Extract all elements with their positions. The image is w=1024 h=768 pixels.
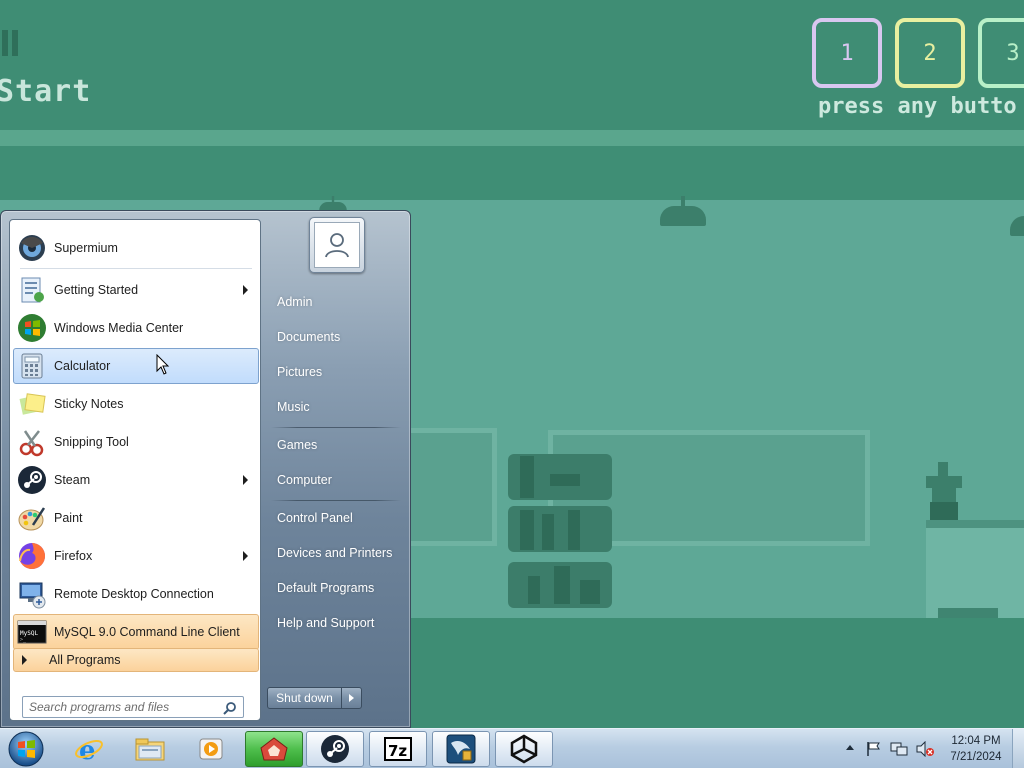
search-box[interactable]: [22, 696, 244, 718]
unity-icon: [510, 734, 538, 764]
show-desktop-button[interactable]: [1012, 729, 1024, 768]
separator: [271, 427, 401, 428]
taskbar-game-app[interactable]: [245, 731, 303, 767]
place-computer[interactable]: Computer: [269, 465, 405, 495]
system-tray: 12:04 PM 7/21/2024: [842, 729, 1024, 768]
remote-desktop-icon: [16, 578, 48, 610]
cabinet: [926, 520, 1024, 618]
firefox-icon: [16, 540, 48, 572]
action-center-flag-icon[interactable]: [866, 741, 882, 757]
user-icon: [325, 233, 349, 258]
game-ceiling: [0, 146, 1024, 200]
mouse-cursor-icon: [156, 354, 170, 375]
player-slot-1: 1: [812, 18, 882, 88]
submenu-arrow-icon: [243, 285, 248, 295]
places-pane: Admin Documents Pictures Music Games Com…: [267, 211, 410, 721]
clock-time: 12:04 PM: [951, 735, 1001, 747]
programs-pane: Supermium Getting Started Windows Media …: [9, 219, 261, 721]
taskbar: e 7z 12:04 PM 7/21/2024: [0, 728, 1024, 768]
mysql-workbench-icon: [446, 734, 476, 764]
network-icon[interactable]: [890, 741, 908, 757]
steam-icon: [16, 464, 48, 496]
place-music[interactable]: Music: [269, 392, 405, 422]
program-sticky-notes[interactable]: Sticky Notes: [13, 386, 259, 422]
calculator-icon: [16, 350, 48, 382]
place-help-support[interactable]: Help and Support: [269, 608, 405, 638]
clock[interactable]: 12:04 PM 7/21/2024: [942, 733, 1010, 765]
media-center-icon: [16, 312, 48, 344]
potted-plant: [924, 462, 964, 520]
program-supermium[interactable]: Supermium: [13, 230, 259, 266]
taskbar-mysql-workbench[interactable]: [432, 731, 490, 767]
ceiling-lamp: [660, 196, 706, 226]
taskbar-media-player[interactable]: [182, 731, 240, 767]
svg-text:7z: 7z: [388, 742, 407, 760]
player-slot-2: 2: [895, 18, 965, 88]
taskbar-file-explorer[interactable]: [121, 731, 179, 767]
shutdown-options-arrow-icon[interactable]: [349, 694, 354, 702]
press-any-button-prompt: press any butto: [818, 94, 1017, 119]
program-remote-desktop[interactable]: Remote Desktop Connection: [13, 576, 259, 612]
all-programs-button[interactable]: All Programs: [13, 648, 259, 672]
show-hidden-icons-icon[interactable]: [846, 745, 854, 750]
place-games[interactable]: Games: [269, 430, 405, 460]
shutdown-button[interactable]: Shut down: [267, 687, 362, 709]
program-getting-started[interactable]: Getting Started: [13, 272, 259, 308]
supermium-icon: [16, 232, 48, 264]
search-icon[interactable]: [223, 700, 237, 715]
taskbar-steam[interactable]: [306, 731, 364, 767]
separator: [20, 268, 252, 269]
game-start-label: Start: [0, 74, 92, 109]
separator: [271, 500, 401, 501]
program-snipping-tool[interactable]: Snipping Tool: [13, 424, 259, 460]
snipping-tool-icon: [16, 426, 48, 458]
windows-orb-icon: [8, 731, 44, 767]
expand-arrow-icon: [22, 655, 27, 665]
search-input[interactable]: [29, 700, 219, 714]
place-documents[interactable]: Documents: [269, 322, 405, 352]
program-mysql-client[interactable]: MySQL >_ MySQL 9.0 Command Line Client: [13, 614, 259, 650]
program-firefox[interactable]: Firefox: [13, 538, 259, 574]
start-menu: Supermium Getting Started Windows Media …: [0, 210, 411, 728]
program-steam[interactable]: Steam: [13, 462, 259, 498]
program-windows-media-center[interactable]: Windows Media Center: [13, 310, 259, 346]
taskbar-7zip[interactable]: 7z: [369, 731, 427, 767]
bookcase: [506, 452, 616, 612]
svg-text:e: e: [79, 736, 96, 764]
media-player-icon: [199, 738, 223, 760]
place-control-panel[interactable]: Control Panel: [269, 503, 405, 533]
room-window: [405, 428, 497, 546]
taskbar-unity[interactable]: [495, 731, 553, 767]
start-button[interactable]: [6, 730, 46, 768]
pause-icon[interactable]: [0, 30, 20, 56]
user-avatar[interactable]: [309, 217, 365, 273]
program-paint[interactable]: Paint: [13, 500, 259, 536]
svg-text:>_: >_: [20, 637, 27, 643]
mysql-client-icon: MySQL >_: [16, 616, 48, 648]
ceiling-lamp: [1010, 206, 1024, 236]
game-divider: [0, 130, 1024, 146]
place-devices-printers[interactable]: Devices and Printers: [269, 538, 405, 568]
player-slot-3: 3: [978, 18, 1024, 88]
volume-muted-icon[interactable]: [916, 741, 934, 757]
game-app-icon: [260, 737, 288, 761]
7zip-icon: 7z: [384, 737, 412, 761]
internet-explorer-icon: e: [75, 736, 103, 764]
place-pictures[interactable]: Pictures: [269, 357, 405, 387]
svg-text:MySQL: MySQL: [20, 630, 38, 637]
paint-icon: [16, 502, 48, 534]
submenu-arrow-icon: [243, 475, 248, 485]
program-calculator[interactable]: Calculator: [13, 348, 259, 384]
steam-taskbar-icon: [321, 735, 349, 763]
place-admin[interactable]: Admin: [269, 287, 405, 317]
file-explorer-icon: [135, 738, 165, 761]
place-default-programs[interactable]: Default Programs: [269, 573, 405, 603]
submenu-arrow-icon: [243, 551, 248, 561]
taskbar-internet-explorer[interactable]: e: [60, 731, 118, 767]
getting-started-icon: [16, 274, 48, 306]
sticky-notes-icon: [16, 388, 48, 420]
clock-date: 7/21/2024: [950, 751, 1002, 763]
